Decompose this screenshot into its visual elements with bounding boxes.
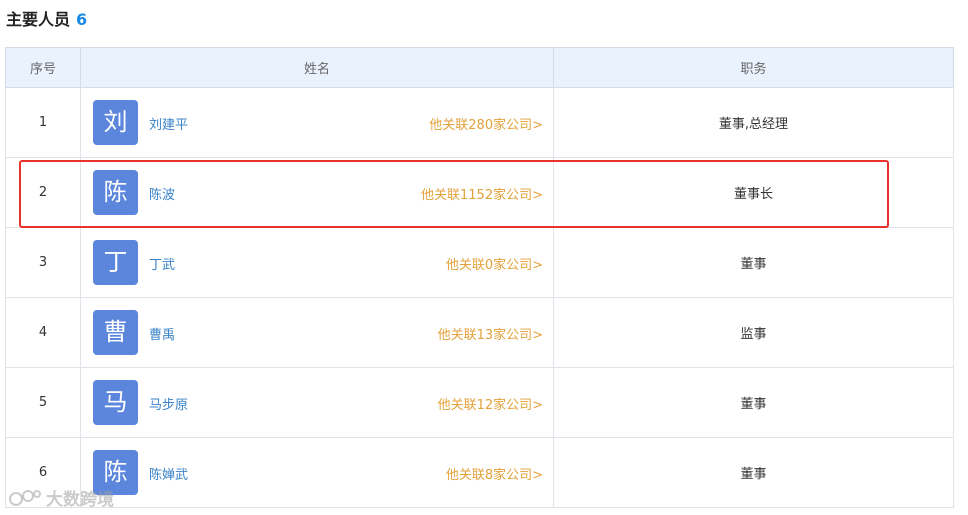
related-companies-link[interactable]: 他关联0家公司> bbox=[446, 254, 543, 273]
row-name-cell: 丁 丁武 他关联0家公司> bbox=[80, 227, 554, 298]
row-name-cell: 陈 陈波 他关联1152家公司> bbox=[80, 157, 554, 228]
table-row: 1 刘 刘建平 他关联280家公司> 董事,总经理 bbox=[5, 87, 954, 158]
row-role: 董事,总经理 bbox=[553, 87, 954, 158]
row-name-cell: 刘 刘建平 他关联280家公司> bbox=[80, 87, 554, 158]
avatar: 刘 bbox=[93, 100, 138, 145]
row-index: 2 bbox=[5, 157, 81, 228]
related-companies-link[interactable]: 他关联12家公司> bbox=[438, 394, 543, 413]
person-name-link[interactable]: 丁武 bbox=[149, 254, 175, 273]
table-row: 2 陈 陈波 他关联1152家公司> 董事长 bbox=[5, 157, 954, 228]
header-name: 姓名 bbox=[80, 47, 554, 88]
related-companies-link[interactable]: 他关联1152家公司> bbox=[421, 184, 543, 203]
watermark: 大数跨境 bbox=[8, 485, 114, 510]
row-role: 董事长 bbox=[553, 157, 954, 228]
key-personnel-table: 序号 姓名 职务 1 刘 刘建平 他关联280家公司> 董事,总经理 2 陈 陈… bbox=[5, 47, 954, 508]
header-index: 序号 bbox=[5, 47, 81, 88]
row-name-cell: 陈 陈婵武 他关联8家公司> bbox=[80, 437, 554, 508]
watermark-text: 大数跨境 bbox=[46, 490, 114, 510]
table-header-row: 序号 姓名 职务 bbox=[5, 47, 954, 88]
row-role: 董事 bbox=[553, 367, 954, 438]
person-name-link[interactable]: 陈婵武 bbox=[149, 464, 188, 483]
row-index: 4 bbox=[5, 297, 81, 368]
row-role: 董事 bbox=[553, 437, 954, 508]
person-name-link[interactable]: 马步原 bbox=[149, 394, 188, 413]
section-header: 主要人员 6 bbox=[6, 6, 87, 30]
related-companies-link[interactable]: 他关联13家公司> bbox=[438, 324, 543, 343]
row-index: 5 bbox=[5, 367, 81, 438]
row-name-cell: 马 马步原 他关联12家公司> bbox=[80, 367, 554, 438]
row-role: 董事 bbox=[553, 227, 954, 298]
section-title: 主要人员 bbox=[6, 10, 71, 29]
person-name-link[interactable]: 陈波 bbox=[149, 184, 175, 203]
row-index: 3 bbox=[5, 227, 81, 298]
avatar: 曹 bbox=[93, 310, 138, 355]
watermark-logo-icon bbox=[9, 489, 41, 506]
section-count-badge: 6 bbox=[76, 10, 88, 29]
table-row: 4 曹 曹禹 他关联13家公司> 监事 bbox=[5, 297, 954, 368]
header-role: 职务 bbox=[553, 47, 954, 88]
person-name-link[interactable]: 刘建平 bbox=[149, 114, 188, 133]
avatar: 丁 bbox=[93, 240, 138, 285]
row-role: 监事 bbox=[553, 297, 954, 368]
table-row: 6 陈 陈婵武 他关联8家公司> 董事 bbox=[5, 437, 954, 508]
related-companies-link[interactable]: 他关联280家公司> bbox=[429, 114, 543, 133]
row-index: 1 bbox=[5, 87, 81, 158]
related-companies-link[interactable]: 他关联8家公司> bbox=[446, 464, 543, 483]
avatar: 马 bbox=[93, 380, 138, 425]
avatar: 陈 bbox=[93, 170, 138, 215]
person-name-link[interactable]: 曹禹 bbox=[149, 324, 175, 343]
row-name-cell: 曹 曹禹 他关联13家公司> bbox=[80, 297, 554, 368]
page: 主要人员 6 序号 姓名 职务 1 刘 刘建平 他关联280家公司> 董事,总经… bbox=[0, 0, 968, 515]
table-row: 5 马 马步原 他关联12家公司> 董事 bbox=[5, 367, 954, 438]
table-row: 3 丁 丁武 他关联0家公司> 董事 bbox=[5, 227, 954, 298]
